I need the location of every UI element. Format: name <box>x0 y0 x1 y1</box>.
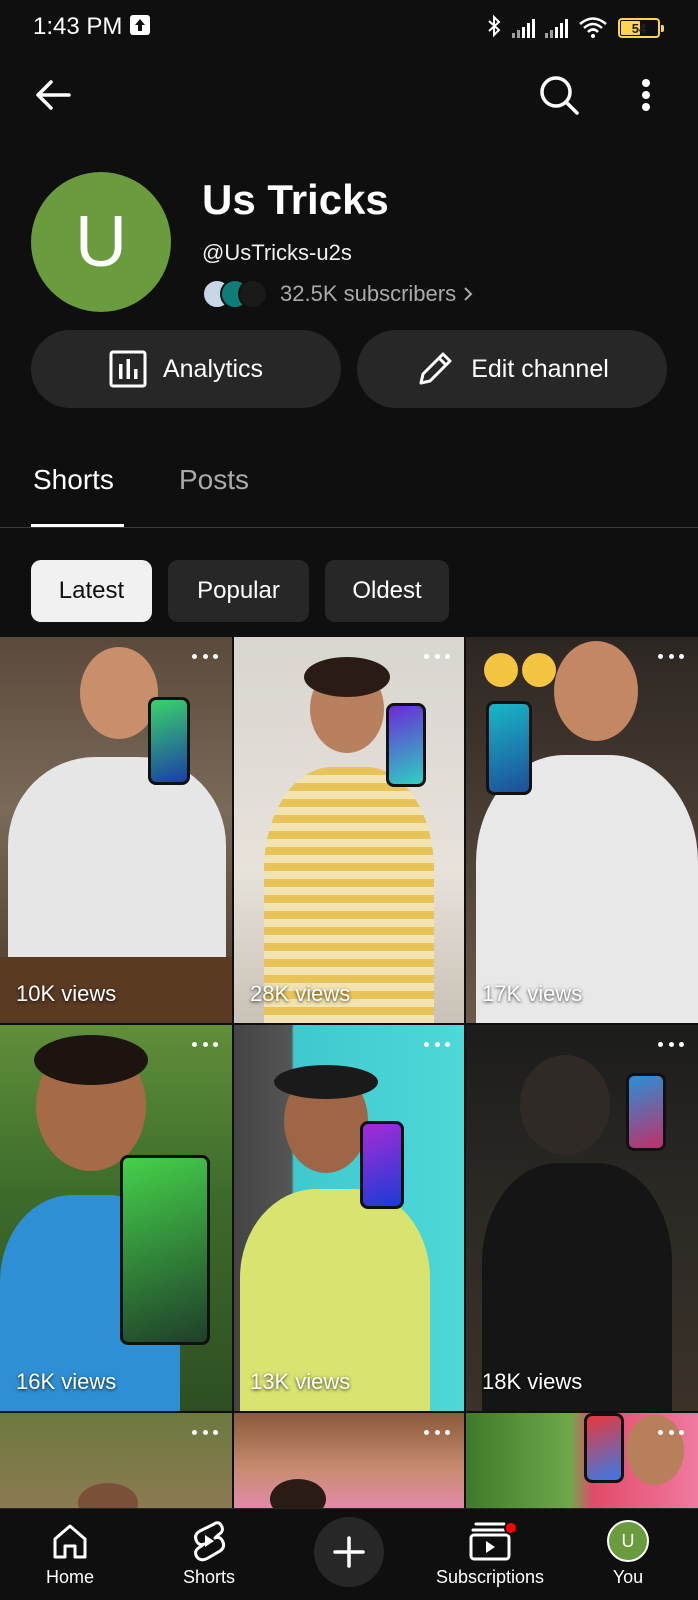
subscriber-avatar <box>238 279 268 309</box>
bluetooth-icon <box>488 14 501 38</box>
short-thumbnail[interactable] <box>0 1413 232 1508</box>
short-thumbnail[interactable] <box>466 1413 698 1508</box>
analytics-label: Analytics <box>162 354 264 383</box>
signal-icon <box>545 18 568 38</box>
channel-tabs: Shorts Posts <box>0 458 698 528</box>
wifi-icon <box>579 17 607 38</box>
short-more-icon[interactable] <box>658 1039 684 1049</box>
nav-shorts-label: Shorts <box>182 1567 236 1587</box>
short-thumbnail[interactable] <box>234 1413 464 1508</box>
short-thumbnail[interactable]: 17K views <box>466 637 698 1023</box>
channel-name: Us Tricks <box>202 176 389 223</box>
short-views: 18K views <box>482 1369 583 1394</box>
subscriber-count: 32.5K subscribers <box>280 281 457 306</box>
short-views: 10K views <box>16 981 117 1006</box>
short-thumbnail[interactable]: 16K views <box>0 1025 232 1411</box>
upload-indicator-icon <box>130 15 150 35</box>
create-button[interactable] <box>314 1517 384 1587</box>
tab-shorts[interactable]: Shorts <box>33 464 114 496</box>
active-tab-indicator <box>31 524 124 527</box>
pencil-icon <box>419 352 452 385</box>
short-thumbnail[interactable]: 28K views <box>234 637 464 1023</box>
filter-chip-popular[interactable]: Popular <box>168 560 309 622</box>
channel-avatar[interactable]: U <box>31 172 171 312</box>
short-more-icon[interactable] <box>658 1427 684 1437</box>
short-more-icon[interactable] <box>192 1039 218 1049</box>
nav-subscriptions-label: Subscriptions <box>435 1567 545 1587</box>
short-more-icon[interactable] <box>424 1427 450 1437</box>
nav-shorts[interactable]: Shorts <box>149 1509 269 1600</box>
short-thumbnail[interactable]: 13K views <box>234 1025 464 1411</box>
analytics-icon <box>109 350 147 388</box>
you-avatar-letter: U <box>621 1530 635 1551</box>
short-views: 28K views <box>250 981 351 1006</box>
more-options-button[interactable] <box>626 70 666 120</box>
status-bar: 1:43 PM 54 <box>0 0 698 56</box>
channel-handle: @UsTricks-u2s <box>202 240 352 265</box>
plus-icon <box>333 1536 365 1568</box>
nav-you-label: You <box>612 1567 644 1587</box>
shorts-icon <box>194 1521 226 1562</box>
filter-chip-latest[interactable]: Latest <box>31 560 152 622</box>
more-vertical-icon <box>642 79 650 111</box>
nav-subscriptions[interactable]: Subscriptions <box>430 1509 550 1600</box>
notification-dot <box>504 1521 518 1535</box>
battery-level: 54 <box>631 20 647 36</box>
edit-channel-button[interactable]: Edit channel <box>357 330 667 408</box>
signal-icon <box>512 18 535 38</box>
short-more-icon[interactable] <box>192 651 218 661</box>
short-more-icon[interactable] <box>658 651 684 661</box>
subscribers-link[interactable]: 32.5K subscribers <box>202 277 474 311</box>
short-views: 13K views <box>250 1369 351 1394</box>
you-avatar: U <box>607 1520 649 1562</box>
home-icon <box>53 1524 87 1559</box>
short-views: 16K views <box>16 1369 117 1394</box>
filter-chip-oldest[interactable]: Oldest <box>325 560 449 622</box>
search-button[interactable] <box>534 70 584 120</box>
short-more-icon[interactable] <box>424 1039 450 1049</box>
nav-you[interactable]: U You <box>568 1509 688 1600</box>
search-icon <box>540 76 579 115</box>
status-icons: 54 <box>486 14 664 38</box>
channel-page: 1:43 PM 54 U Us Tricks @UsTricks-u2s 32.… <box>0 0 698 1600</box>
short-views: 17K views <box>482 981 583 1006</box>
analytics-button[interactable]: Analytics <box>31 330 341 408</box>
short-more-icon[interactable] <box>424 651 450 661</box>
nav-home[interactable]: Home <box>10 1509 130 1600</box>
tab-posts[interactable]: Posts <box>179 464 249 496</box>
chevron-right-icon <box>464 287 473 301</box>
battery-icon: 54 <box>618 18 664 38</box>
edit-channel-label: Edit channel <box>471 354 609 383</box>
status-time: 1:43 PM <box>33 13 123 40</box>
short-more-icon[interactable] <box>192 1427 218 1437</box>
nav-home-label: Home <box>45 1567 94 1587</box>
back-arrow-icon <box>36 80 71 110</box>
short-thumbnail[interactable]: 18K views <box>466 1025 698 1411</box>
short-thumbnail[interactable]: 10K views <box>0 637 232 1023</box>
channel-avatar-letter: U <box>75 202 127 282</box>
back-button[interactable] <box>28 70 78 120</box>
